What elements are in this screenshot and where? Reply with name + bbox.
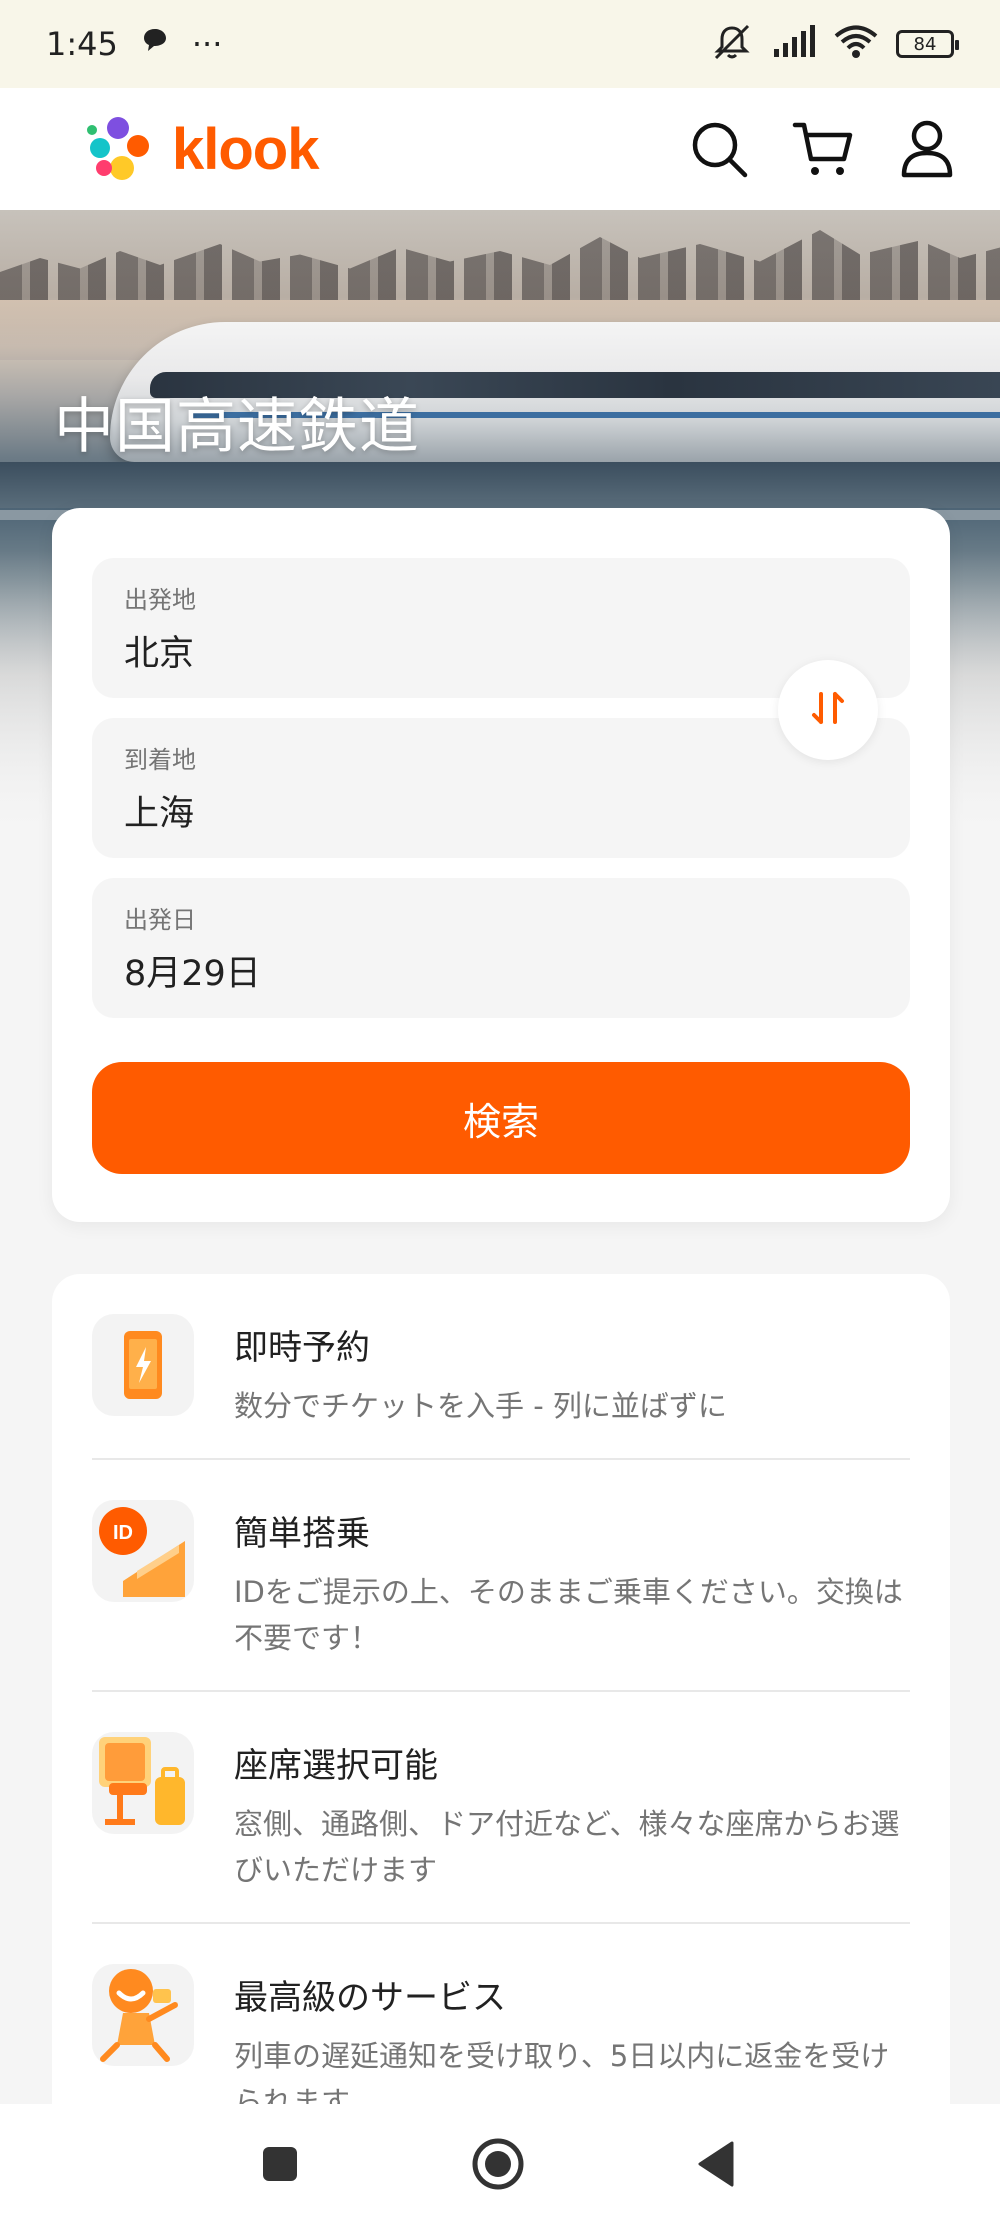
feature-item: 座席選択可能 窓側、通路側、ドア付近など、様々な座席からお選びいただけます	[92, 1732, 910, 1893]
swap-stations-button[interactable]	[778, 660, 878, 760]
features-card: 即時予約 数分でチケットを入手 - 列に並ばずに ID 簡単搭乗 IDをご提示の…	[52, 1274, 950, 2134]
origin-label: 出発地	[124, 586, 196, 614]
account-icon[interactable]	[896, 118, 958, 180]
status-bar: 1:45 ··· 84	[0, 0, 1000, 88]
signal-icon	[772, 25, 816, 63]
swap-arrows-icon	[808, 688, 848, 732]
search-card: 出発地 北京 到着地 上海 出発日 8月29日 検索	[52, 508, 950, 1222]
feature-item: 最高級のサービス 列車の遅延通知を受け取り、5日以内に返金を受けられます	[92, 1964, 910, 2125]
destination-value: 上海	[124, 794, 195, 834]
page-title: 中国高速鉄道	[54, 392, 420, 462]
destination-label: 到着地	[124, 746, 196, 774]
date-field[interactable]: 出発日 8月29日	[92, 878, 910, 1018]
seat-selection-icon	[92, 1732, 194, 1834]
feature-title: 即時予約	[234, 1328, 370, 1368]
divider	[92, 1690, 910, 1692]
feature-item: 即時予約 数分でチケットを入手 - 列に並ばずに	[92, 1314, 910, 1429]
status-time: 1:45	[46, 25, 118, 63]
battery-indicator: 84	[896, 30, 959, 58]
divider	[92, 1922, 910, 1924]
origin-field[interactable]: 出発地 北京	[92, 558, 910, 698]
date-value: 8月29日	[124, 954, 261, 994]
premium-service-icon	[92, 1964, 194, 2066]
search-icon[interactable]	[688, 118, 750, 180]
system-nav-bar	[0, 2104, 1000, 2223]
search-button[interactable]: 検索	[92, 1062, 910, 1174]
app-header: klook	[0, 88, 1000, 210]
logo-text: klook	[172, 116, 319, 182]
feature-description: 窓側、通路側、ドア付近など、様々な座席からお選びいただけます	[234, 1807, 900, 1887]
recent-apps-button[interactable]	[252, 2136, 308, 2192]
klook-logo-icon	[80, 108, 158, 190]
divider	[92, 1458, 910, 1460]
wifi-icon	[834, 25, 878, 63]
mute-icon	[710, 22, 754, 66]
home-button[interactable]	[470, 2136, 526, 2192]
cart-icon[interactable]	[792, 118, 854, 180]
feature-description: 数分でチケットを入手 - 列に並ばずに	[234, 1389, 727, 1423]
svg-text:ID: ID	[113, 1522, 133, 1544]
id-boarding-icon: ID	[92, 1500, 194, 1602]
instant-booking-icon	[92, 1314, 194, 1416]
feature-item: ID 簡単搭乗 IDをご提示の上、そのままご乗車ください。交換は不要です！	[92, 1500, 910, 1661]
origin-value: 北京	[124, 634, 195, 674]
chat-bubble-icon	[140, 25, 170, 63]
hero-skyline-image	[0, 230, 1000, 300]
feature-description: IDをご提示の上、そのままご乗車ください。交換は不要です！	[234, 1575, 903, 1655]
feature-title: 座席選択可能	[234, 1746, 438, 1786]
hero-bridge-image	[0, 462, 1000, 508]
feature-title: 簡単搭乗	[234, 1514, 370, 1554]
status-more: ···	[191, 25, 223, 63]
feature-title: 最高級のサービス	[234, 1978, 506, 2018]
date-label: 出発日	[124, 906, 196, 934]
klook-logo[interactable]: klook	[80, 108, 319, 190]
back-button[interactable]	[688, 2136, 744, 2192]
